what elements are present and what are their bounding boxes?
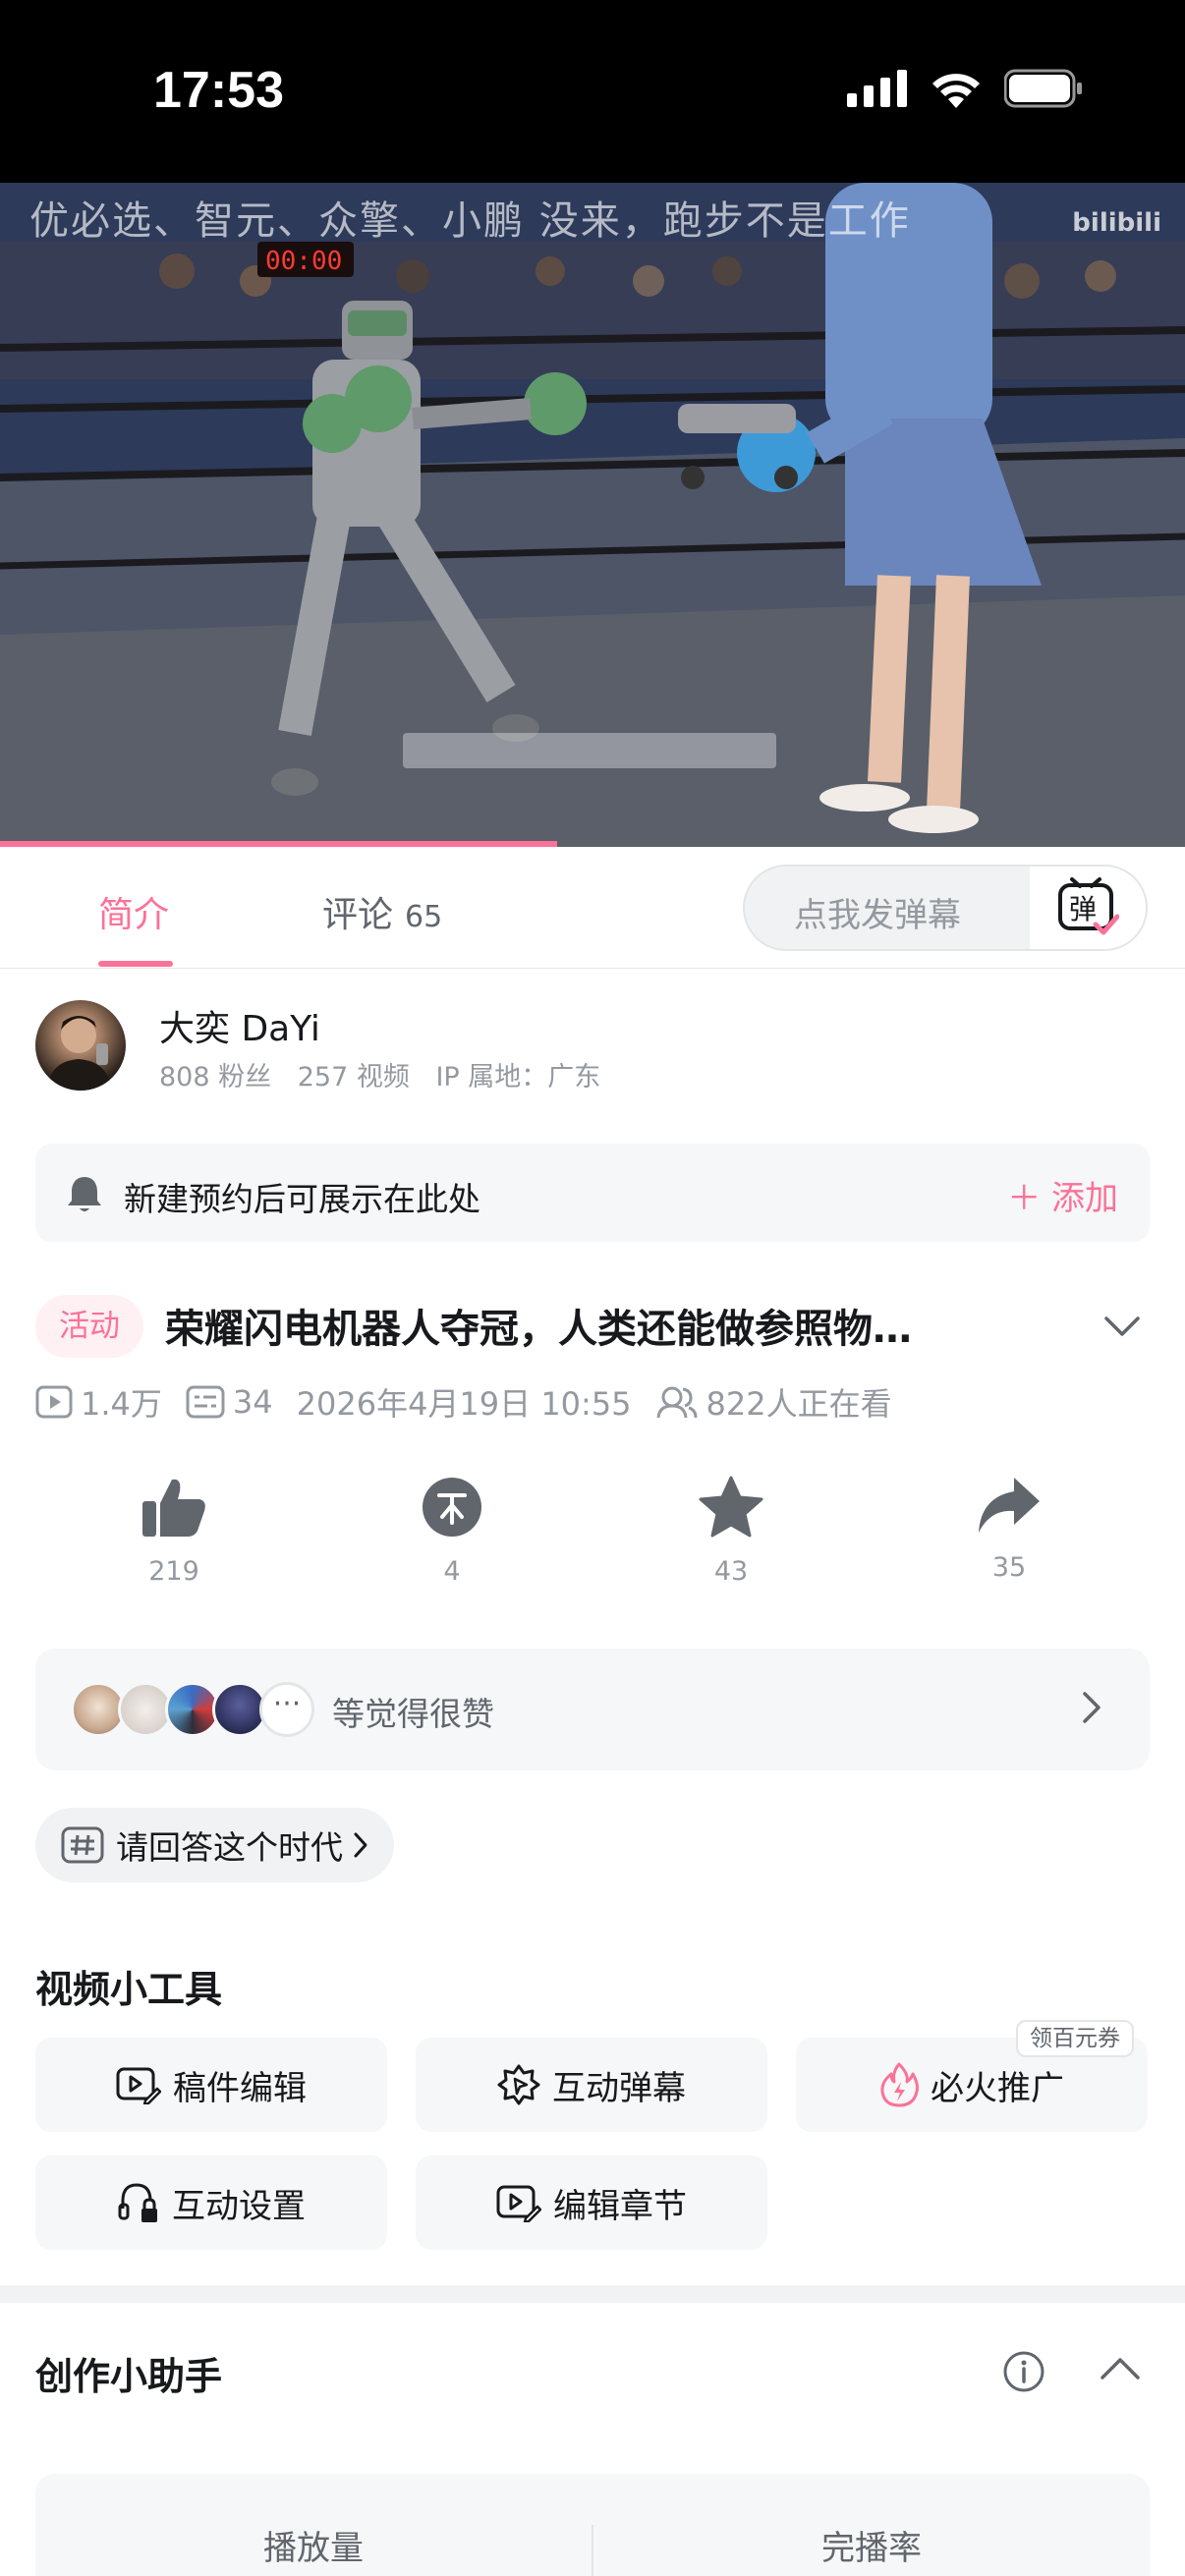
play-count-icon — [35, 1385, 73, 1419]
status-bar: 17:53 — [0, 0, 1185, 183]
danmaku-count-icon — [186, 1385, 225, 1419]
video-title[interactable]: 荣耀闪电机器人夺冠，人类还能做参照物… — [165, 1297, 912, 1354]
section-divider — [0, 2285, 1185, 2303]
danmaku-toggle-glyph: 弹 — [1069, 893, 1097, 925]
bell-icon — [68, 1177, 101, 1211]
liked-by-text: 等觉得很赞 — [332, 1695, 494, 1733]
share-icon — [979, 1478, 1040, 1533]
tool-interactive-danmaku-label: 互动弹幕 — [552, 2068, 686, 2108]
tab-comments-label: 评论 — [322, 895, 394, 935]
author-avatar-image — [47, 1016, 112, 1091]
plus-icon: ＋ — [1007, 1179, 1042, 1218]
send-danmaku-placeholder: 点我发弹幕 — [794, 896, 961, 935]
author-meta: 808 粉丝 257 视频 IP 属地：广东 — [159, 1055, 618, 1093]
reservation-banner: 新建预约后可展示在此处 ＋ 添加 — [35, 1144, 1150, 1242]
tab-comments[interactable]: 评论 65 — [322, 886, 442, 937]
detail-tabs: 简介 评论 65 点我发弹幕 弹 — [0, 847, 1185, 969]
reservation-text: 新建预约后可展示在此处 — [124, 1180, 480, 1218]
author-avatar[interactable] — [35, 1000, 126, 1091]
favorite-button[interactable]: 43 — [652, 1476, 810, 1587]
metric-plays-label: 播放量 — [263, 2529, 364, 2568]
video-stats: 1.4万 34 2026年4月19日 10:55 822人正在看 — [35, 1377, 916, 1427]
coin-count: 4 — [443, 1556, 461, 1587]
action-bar: 219 4 43 35 — [0, 1476, 1185, 1603]
danmaku-toggle[interactable]: 弹 — [1030, 867, 1146, 949]
topic-label: 请回答这个时代 — [116, 1828, 343, 1867]
metric-completion-label: 完播率 — [821, 2529, 922, 2568]
tool-promotion[interactable]: 必火推广 领百元券 — [796, 2020, 1148, 2132]
video-frame: 00:00 — [0, 183, 1185, 847]
interactive-danmaku-icon — [497, 2064, 540, 2105]
tab-active-indicator — [98, 961, 173, 967]
more-likers-icon: ··· — [259, 1682, 314, 1737]
edit-video-icon — [116, 2067, 161, 2104]
activity-badge[interactable]: 活动 — [35, 1295, 143, 1358]
author-fans: 808 粉丝 — [159, 1062, 272, 1092]
like-count: 219 — [148, 1556, 199, 1587]
chapter-edit-icon — [496, 2185, 541, 2222]
author-ip: IP 属地：广东 — [435, 1062, 601, 1092]
play-count: 1.4万 — [81, 1385, 162, 1423]
chevron-right-icon — [1083, 1692, 1100, 1723]
hashtag-icon — [61, 1826, 104, 1864]
bilibili-watermark: bilibili — [1072, 208, 1161, 238]
danmaku-count: 34 — [232, 1383, 273, 1421]
tool-interactive-danmaku[interactable]: 互动弹幕 — [416, 2038, 767, 2132]
tool-interaction-settings-label: 互动设置 — [172, 2186, 306, 2226]
author-row[interactable]: 大奕 DaYi 808 粉丝 257 视频 IP 属地：广东 — [35, 1000, 1150, 1098]
tab-intro[interactable]: 简介 — [98, 886, 169, 937]
battery-icon — [1004, 69, 1082, 108]
coupon-badge[interactable]: 领百元券 — [1016, 2020, 1134, 2057]
video-tools-title: 视频小工具 — [35, 1968, 223, 2011]
coin-icon — [423, 1478, 481, 1537]
tool-edit-submission-label: 稿件编辑 — [173, 2068, 307, 2108]
favorite-count: 43 — [713, 1556, 749, 1587]
danmaku-overlay: 优必选、智元、众擎、小鹏 没来，跑步不是工作 — [29, 198, 911, 244]
interaction-settings-icon — [118, 2183, 157, 2222]
topic-tag[interactable]: 请回答这个时代 — [35, 1808, 394, 1882]
coin-button[interactable]: 4 — [373, 1476, 531, 1587]
cellular-signal-icon — [847, 70, 907, 107]
liked-by-row[interactable]: ··· 等觉得很赞 — [35, 1649, 1150, 1770]
share-count: 35 — [991, 1552, 1027, 1583]
status-time: 17:53 — [153, 62, 284, 119]
svg-text:00:00: 00:00 — [265, 247, 342, 276]
info-icon[interactable] — [1002, 2350, 1045, 2393]
tool-promotion-label: 必火推广 — [931, 2068, 1064, 2108]
danmaku-toggle-icon: 弹 — [1058, 877, 1119, 935]
publish-date: 2026年4月19日 10:55 — [296, 1385, 632, 1423]
watching-icon — [656, 1386, 698, 1419]
status-icons — [847, 69, 1083, 108]
wifi-icon — [932, 74, 980, 108]
tool-interaction-settings[interactable]: 互动设置 — [35, 2156, 387, 2250]
creator-helper-title: 创作小助手 — [35, 2355, 223, 2398]
star-icon — [699, 1476, 763, 1538]
thumb-up-icon — [142, 1479, 205, 1537]
tool-edit-chapters-label: 编辑章节 — [553, 2186, 687, 2226]
tool-edit-chapters[interactable]: 编辑章节 — [416, 2156, 767, 2250]
creator-metrics: 播放量 完播率 — [35, 2474, 1150, 2576]
video-player[interactable]: 00:00 优必选、智元、众擎、小鹏 没来，跑步不是工作 bilibili — [0, 183, 1185, 847]
expand-chevron-icon[interactable] — [1102, 1313, 1142, 1340]
video-title-row[interactable]: 活动 荣耀闪电机器人夺冠，人类还能做参照物… — [35, 1293, 1150, 1364]
author-videos: 257 视频 — [297, 1062, 410, 1092]
tab-comments-count: 65 — [405, 900, 443, 934]
tool-edit-submission[interactable]: 稿件编辑 — [35, 2038, 387, 2132]
author-name[interactable]: 大奕 DaYi — [159, 1000, 320, 1051]
topic-chevron-icon — [354, 1832, 367, 1858]
like-button[interactable]: 219 — [95, 1476, 253, 1587]
watching-count: 822人正在看 — [705, 1385, 892, 1423]
share-button[interactable]: 35 — [931, 1476, 1088, 1583]
flame-icon — [880, 2062, 919, 2107]
send-danmaku-button[interactable]: 点我发弹幕 弹 — [743, 865, 1148, 951]
add-reservation-button[interactable]: ＋ 添加 — [1007, 1171, 1118, 1219]
collapse-chevron-icon[interactable] — [1099, 2354, 1142, 2383]
add-reservation-label: 添加 — [1051, 1179, 1118, 1218]
